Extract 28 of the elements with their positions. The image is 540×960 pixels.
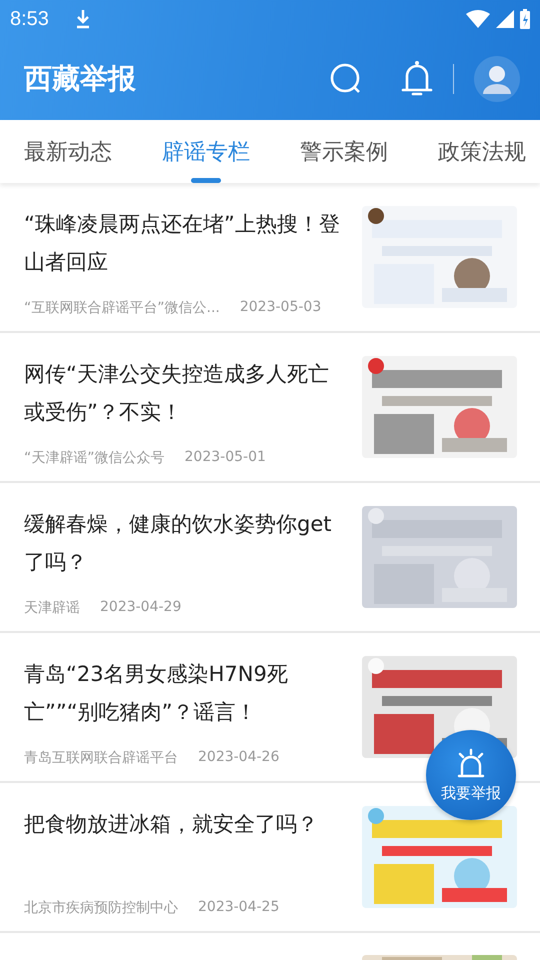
article-title[interactable]: 网传“天津公交失控造成多人死亡或受伤”？不实！ <box>24 355 342 431</box>
article-date: 2023-04-29 <box>100 599 182 617</box>
article-source: 青岛互联网联合辟谣平台 <box>24 749 178 767</box>
article-source: “互联网联合辟谣平台”微信公... <box>24 299 220 317</box>
tab[interactable]: 警示案例 <box>300 120 388 183</box>
battery-icon <box>520 9 530 29</box>
alarm-icon <box>456 748 486 780</box>
tab[interactable]: 最新动态 <box>24 120 112 183</box>
signal-icon <box>496 10 514 28</box>
article-date: 2023-05-03 <box>240 299 322 317</box>
article-source: 天津辟谣 <box>24 599 80 617</box>
download-icon <box>74 9 91 29</box>
article-source: “天津辟谣”微信公众号 <box>24 449 165 467</box>
article-source: 北京市疾病预防控制中心 <box>24 899 178 917</box>
article-title[interactable]: 青岛“23名男女感染H7N9死亡””“别吃猪肉”？谣言！ <box>24 655 342 731</box>
article-date: 2023-04-26 <box>198 749 280 767</box>
tab[interactable]: 辟谣专栏 <box>162 120 250 183</box>
article-title[interactable]: “珠峰凌晨两点还在堵”上热搜！登山者回应 <box>24 205 342 281</box>
tab[interactable]: 政策法规 <box>438 120 526 183</box>
app-title: 西藏举报 <box>24 61 136 97</box>
article-date: 2023-05-01 <box>184 449 266 467</box>
article-title[interactable]: 缓解春燥，健康的饮水姿势你get了吗？ <box>24 505 342 581</box>
article-title[interactable]: 把食物放进冰箱，就安全了吗？ <box>24 805 342 843</box>
avatar-icon[interactable] <box>474 56 520 102</box>
article-date: 2023-04-25 <box>198 899 280 917</box>
wifi-icon <box>466 10 490 28</box>
status-time: 8:53 <box>10 8 49 30</box>
notification-icon[interactable] <box>401 60 433 98</box>
